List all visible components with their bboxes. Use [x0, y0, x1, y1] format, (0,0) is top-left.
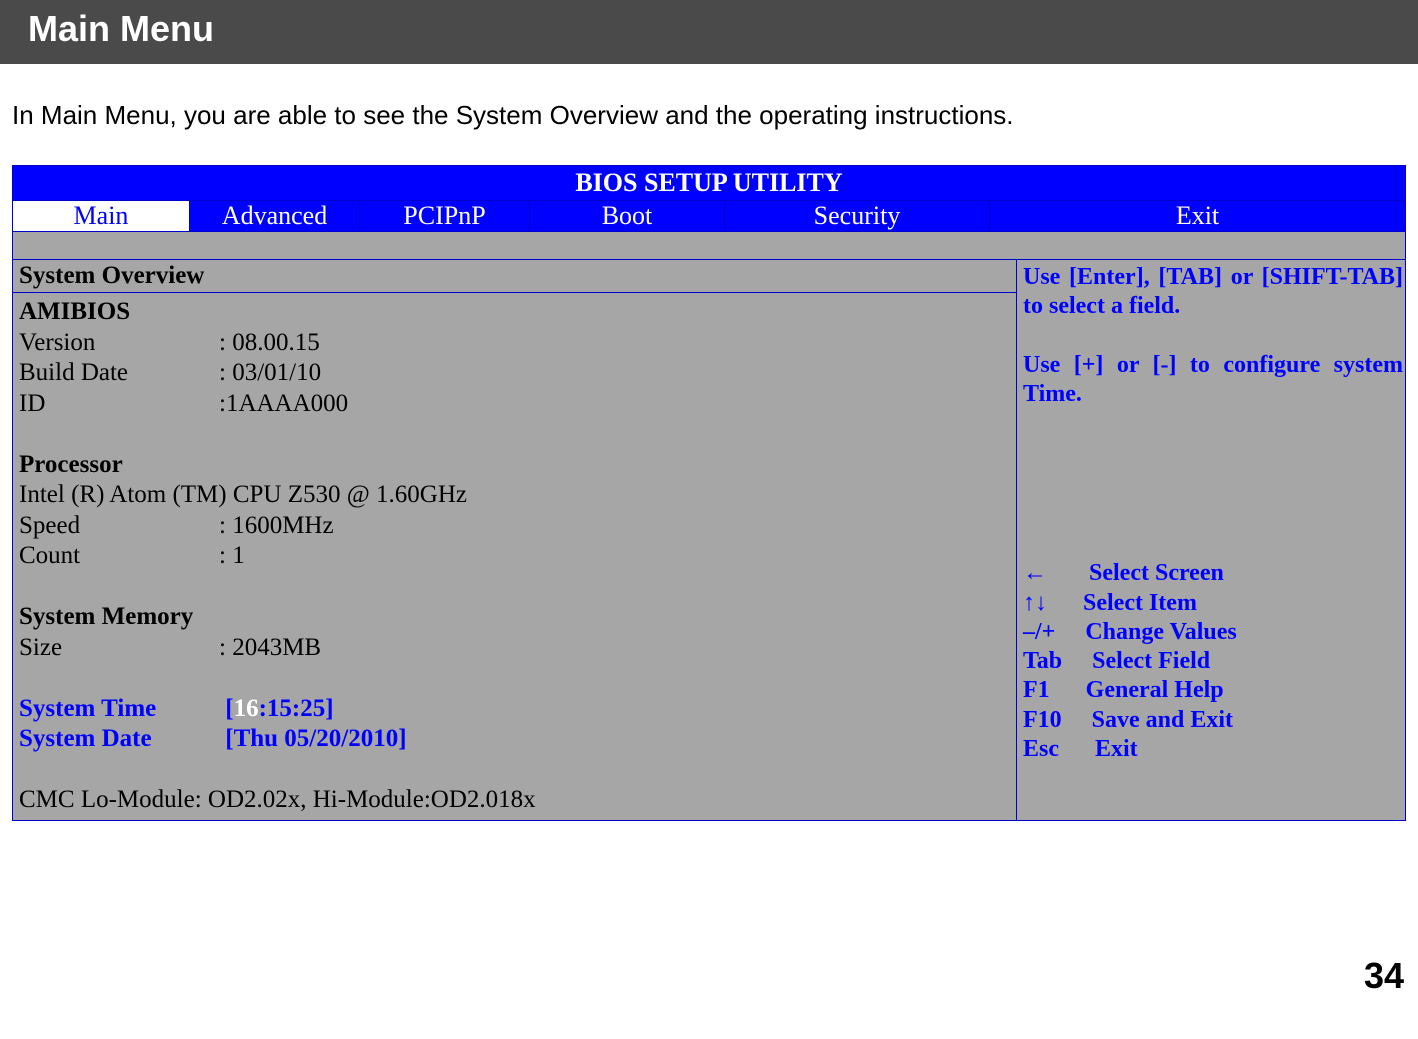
memory-size-label: Size [19, 633, 219, 664]
amibios-version-label: Version [19, 328, 219, 359]
help-text-1: Use [Enter], [TAB] or [SHIFT-TAB] to sel… [1023, 263, 1403, 322]
system-date-row[interactable]: System Date [Thu 05/20/2010] [19, 724, 1010, 755]
processor-speed-value: : 1600MHz [219, 512, 334, 539]
amibios-builddate-label: Build Date [19, 358, 219, 389]
system-date-value[interactable]: [Thu 05/20/2010] [225, 725, 406, 752]
amibios-heading: AMIBIOS [19, 297, 1010, 328]
system-time-rest[interactable]: :15:25] [259, 695, 334, 722]
system-time-row[interactable]: System Time [16:15:25] [19, 694, 1010, 725]
tab-security[interactable]: Security [725, 201, 990, 231]
help-key-select-field: Tab Select Field [1023, 647, 1403, 676]
bios-tabs-spacer [13, 232, 1405, 260]
bios-body: System Overview AMIBIOS Version: 08.00.1… [13, 260, 1405, 820]
bios-header: BIOS SETUP UTILITY [13, 166, 1405, 201]
bios-left-content: AMIBIOS Version: 08.00.15 Build Date: 03… [13, 293, 1016, 820]
system-date-label: System Date [19, 724, 219, 755]
amibios-version-row: Version: 08.00.15 [19, 328, 1010, 359]
cmc-line: CMC Lo-Module: OD2.02x, Hi-Module:OD2.01… [19, 785, 1010, 816]
help-key-general-help: F1 General Help [1023, 676, 1403, 705]
memory-size-value: : 2043MB [219, 634, 321, 661]
processor-heading: Processor [19, 450, 1010, 481]
help-key-exit: Esc Exit [1023, 735, 1403, 764]
help-key-select-screen: ← Select Screen [1023, 559, 1403, 588]
tab-pcipnp[interactable]: PCIPnP [360, 201, 530, 231]
processor-count-row: Count: 1 [19, 541, 1010, 572]
help-key-change-values: –/+ Change Values [1023, 618, 1403, 647]
help-key-select-item: ↑↓ Select Item [1023, 589, 1403, 618]
amibios-version-value: : 08.00.15 [219, 329, 320, 356]
tab-exit[interactable]: Exit [990, 201, 1405, 231]
amibios-builddate-row: Build Date: 03/01/10 [19, 358, 1010, 389]
amibios-id-value: :1AAAA000 [219, 390, 348, 417]
bios-tabs: Main Advanced PCIPnP Boot Security Exit [13, 201, 1405, 232]
processor-speed-row: Speed: 1600MHz [19, 511, 1010, 542]
tab-main[interactable]: Main [13, 201, 190, 231]
help-key-save-exit: F10 Save and Exit [1023, 706, 1403, 735]
title-text: Main Menu [28, 8, 214, 49]
memory-heading: System Memory [19, 602, 1010, 633]
memory-size-row: Size: 2043MB [19, 633, 1010, 664]
page-number: 34 [1364, 955, 1404, 997]
bios-left-panel: System Overview AMIBIOS Version: 08.00.1… [13, 260, 1017, 820]
bios-help-panel: Use [Enter], [TAB] or [SHIFT-TAB] to sel… [1017, 260, 1405, 820]
tab-advanced[interactable]: Advanced [190, 201, 360, 231]
system-time-active[interactable]: 16 [234, 695, 259, 722]
processor-count-label: Count [19, 541, 219, 572]
processor-name: Intel (R) Atom (TM) CPU Z530 @ 1.60GHz [19, 480, 1010, 511]
intro-text: In Main Menu, you are able to see the Sy… [0, 64, 1418, 151]
system-overview-header: System Overview [13, 260, 1016, 293]
help-keys: ← Select Screen ↑↓ Select Item –/+ Chang… [1023, 559, 1403, 764]
bios-box: BIOS SETUP UTILITY Main Advanced PCIPnP … [12, 165, 1406, 821]
title-bar: Main Menu [0, 0, 1418, 64]
processor-count-value: : 1 [219, 542, 245, 569]
system-time-label: System Time [19, 694, 219, 725]
help-text-2: Use [+] or [-] to configure system Time. [1023, 351, 1403, 410]
amibios-builddate-value: : 03/01/10 [219, 359, 321, 386]
system-time-open: [ [225, 695, 233, 722]
amibios-id-row: ID:1AAAA000 [19, 389, 1010, 420]
amibios-id-label: ID [19, 389, 219, 420]
processor-speed-label: Speed [19, 511, 219, 542]
tab-boot[interactable]: Boot [530, 201, 725, 231]
